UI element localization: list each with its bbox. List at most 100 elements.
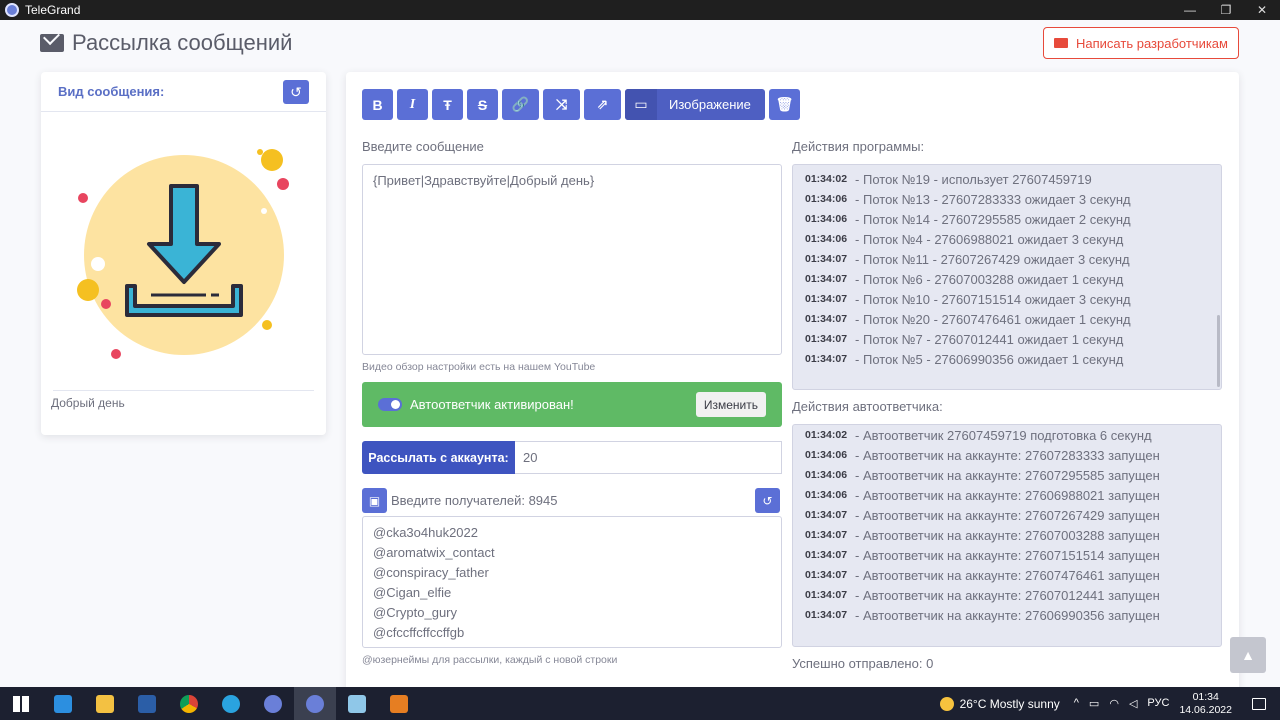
window-titlebar: TeleGrand — ❐ ✕	[0, 0, 1280, 20]
accounts-label: Рассылать с аккаунта:	[362, 441, 515, 474]
preview-message-text: Добрый день	[51, 396, 125, 410]
maximize-button[interactable]: ❐	[1208, 0, 1244, 20]
taskbar-notepad[interactable]	[336, 687, 378, 720]
envelope-icon	[1054, 38, 1069, 48]
italic-icon: I	[409, 96, 416, 112]
image-icon: ▭	[625, 89, 657, 120]
log-text: - Автоответчик 27607459719 подготовка 6 …	[855, 427, 1152, 443]
undo-icon: ↺	[290, 83, 302, 100]
change-autoresponder-button[interactable]: Изменить	[695, 392, 766, 417]
clock[interactable]: 01:34 14.06.2022	[1179, 691, 1232, 717]
log-time: 01:34:07	[805, 293, 848, 305]
log-text: - Автоответчик на аккаунте: 27607267429 …	[855, 507, 1160, 523]
notepad-icon	[348, 694, 366, 713]
scroll-to-top-button[interactable]: ▲	[1230, 637, 1266, 673]
message-preview-card: Вид сообщения: ↺ Добрый день	[41, 72, 326, 435]
app-logo-icon	[5, 3, 19, 17]
accounts-input[interactable]: 20	[515, 441, 782, 474]
log-time: 01:34:06	[805, 213, 848, 225]
autoresponder-toggle[interactable]	[378, 398, 402, 411]
taskbar-chrome[interactable]	[168, 687, 210, 720]
delete-button[interactable]: 🗑	[769, 89, 800, 120]
random-button[interactable]: ⤨	[543, 89, 580, 120]
log-text: - Автоответчик на аккаунте: 27607476461 …	[855, 567, 1160, 583]
battery-icon[interactable]: ▭	[1089, 697, 1099, 710]
log-text: - Поток №5 - 27606990356 ожидает 1 секун…	[855, 351, 1124, 367]
contact-developers-button[interactable]: Написать разработчикам	[1043, 27, 1239, 59]
log-time: 01:34:06	[805, 469, 848, 481]
save-recipients-button[interactable]: ▣	[362, 488, 387, 513]
accounts-row: Рассылать с аккаунта: 20	[362, 441, 782, 474]
taskbar-powershell[interactable]	[126, 687, 168, 720]
log-text: - Поток №10 - 27607151514 ожидает 3 секу…	[855, 291, 1131, 307]
log-text: - Автоответчик на аккаунте: 27607003288 …	[855, 527, 1160, 543]
autoresponder-log[interactable]: 01:34:02 - Автоответчик 27607459719 подго…	[792, 424, 1222, 647]
log-time: 01:34:07	[805, 313, 848, 325]
recipients-hint: @юзернеймы для рассылки, каждый с новой …	[362, 654, 618, 666]
close-button[interactable]: ✕	[1244, 0, 1280, 20]
taskbar-explorer[interactable]	[84, 687, 126, 720]
network-icon[interactable]: ◠	[1109, 697, 1119, 710]
log-text: - Поток №4 - 27606988021 ожидает 3 секун…	[855, 231, 1124, 247]
taskbar-paint[interactable]	[378, 687, 420, 720]
windows-icon	[13, 695, 29, 712]
message-textarea[interactable]: {Привет|Здравствуйте|Добрый день}	[362, 164, 782, 355]
log-line: 01:34:06 - Поток №14 - 27607295585 ожидае…	[793, 209, 1221, 229]
log-time: 01:34:06	[805, 449, 848, 461]
telegrand-icon	[306, 694, 324, 713]
taskbar-vscode[interactable]	[42, 687, 84, 720]
log-time: 01:34:06	[805, 233, 848, 245]
recipient-line: @Cigan_elfie	[373, 585, 452, 600]
taskbar-telegram[interactable]	[210, 687, 252, 720]
log-text: - Автоответчик на аккаунте: 27607295585 …	[855, 467, 1160, 483]
weather-widget[interactable]: 26°C Mostly sunny	[939, 696, 1060, 711]
log-line: 01:34:07 - Автоответчик на аккаунте: 2760…	[793, 525, 1221, 545]
vscode-icon	[54, 694, 72, 713]
log-time: 01:34:07	[805, 569, 848, 581]
taskbar-telegrand-2[interactable]	[294, 687, 336, 720]
sun-icon	[939, 696, 954, 711]
log-line: 01:34:07 - Автоответчик на аккаунте: 2760…	[793, 605, 1221, 625]
italic-button[interactable]: I	[397, 89, 428, 120]
weather-text: 26°C Mostly sunny	[959, 696, 1060, 711]
formatting-toolbar: B I Ŧ S 🔗 ⤨ ⇗ ▭ Изображение 🗑	[362, 89, 800, 120]
link-button[interactable]: 🔗	[502, 89, 539, 120]
minimize-button[interactable]: —	[1172, 0, 1208, 20]
recipients-textarea[interactable]: @cka3o4huk2022 @aromatwix_contact @consp…	[362, 516, 782, 648]
download-illustration	[77, 149, 289, 359]
recipients-label: Введите получателей: 8945	[391, 493, 558, 508]
notifications-icon[interactable]	[1252, 697, 1266, 710]
log-line: 01:34:06 - Автоответчик на аккаунте: 2760…	[793, 465, 1221, 485]
language-indicator[interactable]: РУС	[1147, 697, 1169, 710]
recipient-line: @cka3o4huk2022	[373, 525, 478, 540]
log-line: 01:34:06 - Поток №4 - 27606988021 ожидает…	[793, 229, 1221, 249]
restore-recipients-button[interactable]: ↺	[755, 488, 780, 513]
program-log[interactable]: 01:34:02 - Поток №19 - использует 2760745…	[792, 164, 1222, 390]
start-button[interactable]	[0, 687, 42, 720]
share-icon: ⇗	[596, 96, 609, 112]
program-log-scrollbar[interactable]	[1217, 315, 1220, 387]
taskbar-telegrand-1[interactable]	[252, 687, 294, 720]
log-text: - Автоответчик на аккаунте: 27606988021 …	[855, 487, 1160, 503]
shuffle-icon: ⤨	[555, 96, 568, 112]
log-time: 01:34:07	[805, 273, 848, 285]
windows-taskbar: 26°C Mostly sunny ^ ▭ ◠ ◁ РУС 01:34 14.0…	[0, 687, 1280, 720]
chevron-up-icon: ▲	[1241, 647, 1255, 663]
volume-icon[interactable]: ◁	[1129, 697, 1137, 710]
trash-icon: 🗑	[775, 96, 794, 112]
monospace-button[interactable]: Ŧ	[432, 89, 463, 120]
share-button[interactable]: ⇗	[584, 89, 621, 120]
image-button[interactable]: ▭ Изображение	[625, 89, 765, 120]
log-text: - Поток №7 - 27607012441 ожидает 1 секун…	[855, 331, 1124, 347]
bold-button[interactable]: B	[362, 89, 393, 120]
log-line: 01:34:02 - Автоответчик 27607459719 подго…	[793, 425, 1221, 445]
strikethrough-button[interactable]: S	[467, 89, 498, 120]
save-icon: ▣	[368, 493, 381, 508]
chevron-up-icon[interactable]: ^	[1074, 697, 1079, 710]
strikethrough-icon: S	[477, 96, 488, 113]
reset-preview-button[interactable]: ↺	[283, 80, 309, 104]
auto-log-label: Действия автоответчика:	[792, 399, 943, 414]
log-text: - Автоответчик на аккаунте: 27607283333 …	[855, 447, 1160, 463]
log-time: 01:34:06	[805, 193, 848, 205]
youtube-hint[interactable]: Видео обзор настройки есть на нашем YouT…	[362, 361, 595, 373]
